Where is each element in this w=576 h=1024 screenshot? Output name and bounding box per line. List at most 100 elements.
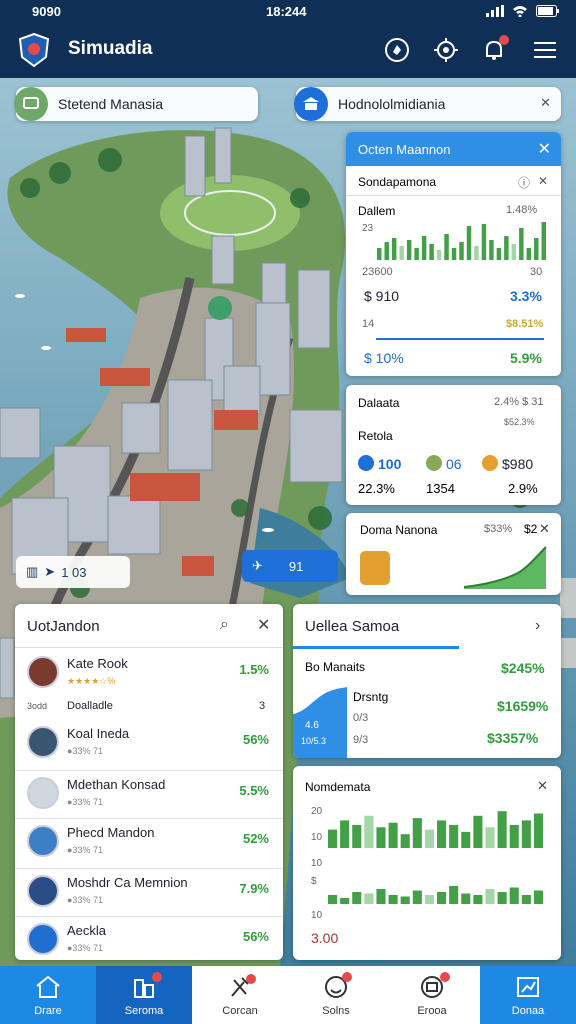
district-name: Aeckla — [67, 923, 107, 938]
close-icon[interactable]: ✕ — [538, 142, 551, 158]
district-row[interactable]: Koal Ineda ●33% 71 56% — [15, 720, 283, 766]
bar — [421, 236, 427, 260]
stat-axis-0: 20 — [311, 806, 323, 817]
bar — [328, 829, 338, 848]
nav-item-1[interactable]: Seroma — [96, 966, 192, 1024]
bar — [352, 825, 362, 848]
bar — [466, 226, 472, 260]
nav-item-2[interactable]: Corcan — [192, 966, 288, 1024]
growth-x: $2 — [524, 522, 538, 536]
map-overview-button[interactable] — [382, 35, 412, 65]
resources-title-value: 2.4% $ 31 — [494, 396, 544, 408]
district-row[interactable]: Moshdr Ca Memnion ●33% 71 7.9% — [15, 868, 283, 914]
statistics-chart-bottom — [328, 886, 543, 904]
stat-axis-3: $ — [311, 876, 317, 887]
bar — [399, 246, 404, 260]
district-row[interactable]: Doalladle 3odd 3 — [15, 696, 283, 718]
economy-subheader: Sondapamona ⓘ ✕ — [346, 166, 561, 196]
bar — [384, 242, 389, 260]
bar — [497, 892, 507, 904]
map-chip-left[interactable]: ▥ ➤ 1 03 — [16, 556, 130, 588]
district-sub: ●33% 71 — [67, 845, 103, 855]
nav-item-5[interactable]: Donaa — [480, 966, 576, 1024]
building-icon — [360, 551, 390, 585]
district-name: Doalladle — [67, 700, 113, 712]
collapse-icon[interactable]: ✕ — [540, 95, 551, 111]
bar — [449, 886, 459, 904]
districts-panel: UotJandon ⌕ ✕ Kate Rook ★★★★☆% 1.5% Doallad… — [15, 604, 283, 960]
nav-badge-3 — [342, 972, 352, 982]
bar — [414, 248, 419, 260]
row-label-3: $ 910 — [364, 288, 400, 304]
district-row[interactable]: Aeckla ●33% 71 56% — [15, 916, 283, 960]
growth-chart — [463, 546, 547, 589]
chart-icon: ▥ — [26, 564, 39, 579]
info-icon[interactable]: ⓘ — [518, 174, 530, 191]
resource-value-1: 06 — [446, 456, 462, 472]
bar — [473, 815, 483, 848]
resource-value-2: $980 — [502, 456, 534, 472]
district-sub: ●33% 71 — [67, 895, 103, 905]
nav-item-4[interactable]: Erooa — [384, 966, 480, 1024]
nav-item-3[interactable]: Solns — [288, 966, 384, 1024]
resource-value-0: 100 — [378, 456, 402, 472]
nav-badge-1 — [152, 972, 162, 982]
stats-icon — [517, 977, 539, 997]
search-right[interactable]: Hodnololmidiania ✕ — [294, 87, 561, 121]
search-left[interactable]: Stetend Manasia — [14, 87, 258, 121]
nav-item-0[interactable]: Drare — [0, 966, 96, 1024]
growth-panel: Doma Nanona $33% $2 ✕ — [346, 513, 561, 595]
menu-button[interactable] — [530, 35, 560, 65]
finance-title: Uellea Samoa — [305, 618, 400, 635]
search-icon[interactable]: ⌕ — [220, 616, 229, 634]
notification-dot — [499, 35, 509, 45]
bar — [364, 815, 374, 848]
status-left-time: 9090 — [32, 4, 61, 19]
district-row[interactable]: Kate Rook ★★★★☆% 1.5% — [15, 650, 283, 696]
close-icon[interactable]: ✕ — [539, 521, 550, 537]
district-sub: ●33% 71 — [67, 797, 103, 807]
district-row[interactable]: Phecd Mandon ●33% 71 52% — [15, 818, 283, 864]
bar — [352, 892, 362, 904]
bar — [449, 825, 459, 848]
close-sub-icon[interactable]: ✕ — [538, 174, 548, 188]
resources-panel: Dalaata 2.4% $ 31 $52.3% Retola 100 06 $… — [346, 385, 561, 505]
bar — [424, 895, 434, 904]
locate-button[interactable] — [431, 35, 461, 65]
resources-title: Dalaata — [358, 396, 400, 410]
system-icons — [486, 5, 560, 17]
chevron-icon[interactable]: › — [535, 618, 540, 634]
district-percent: 56% — [242, 929, 269, 944]
close-icon[interactable]: ✕ — [537, 778, 548, 794]
nav-label-3: Solns — [322, 1005, 350, 1017]
district-row[interactable]: Mdethan Konsad ●33% 71 5.5% — [15, 770, 283, 816]
bar — [489, 240, 494, 260]
bar — [424, 829, 434, 848]
bar — [437, 892, 447, 904]
district-name: Moshdr Ca Memnion — [67, 875, 188, 890]
bar — [391, 238, 397, 260]
map-chip-right[interactable]: ✈ 91 — [242, 550, 338, 582]
trend-line — [376, 338, 544, 340]
economy-panel-title: Octen Maannon — [358, 142, 451, 157]
district-sub: 3 — [259, 700, 266, 712]
district-percent: 7.9% — [239, 881, 269, 896]
finance-row-0-value: $245% — [501, 660, 545, 676]
district-avatar — [27, 777, 59, 809]
bar — [461, 831, 471, 848]
notifications-button[interactable] — [479, 35, 509, 65]
bar — [436, 250, 442, 260]
finance-row-3-label: 9/3 — [353, 734, 369, 746]
map-chip-right-value: 91 — [288, 558, 304, 574]
bar — [485, 827, 495, 848]
district-avatar — [27, 726, 59, 758]
finance-row-3-value: $3357% — [487, 730, 539, 746]
battery-icon — [536, 5, 559, 17]
bar — [376, 827, 386, 848]
close-icon[interactable]: ✕ — [257, 618, 270, 634]
bar — [541, 222, 546, 260]
truck-icon: ➤ — [44, 564, 56, 579]
district-sub: ●33% 71 — [67, 746, 103, 756]
status-clock: 18:244 — [266, 4, 307, 19]
statistics-chart-top — [328, 811, 543, 848]
